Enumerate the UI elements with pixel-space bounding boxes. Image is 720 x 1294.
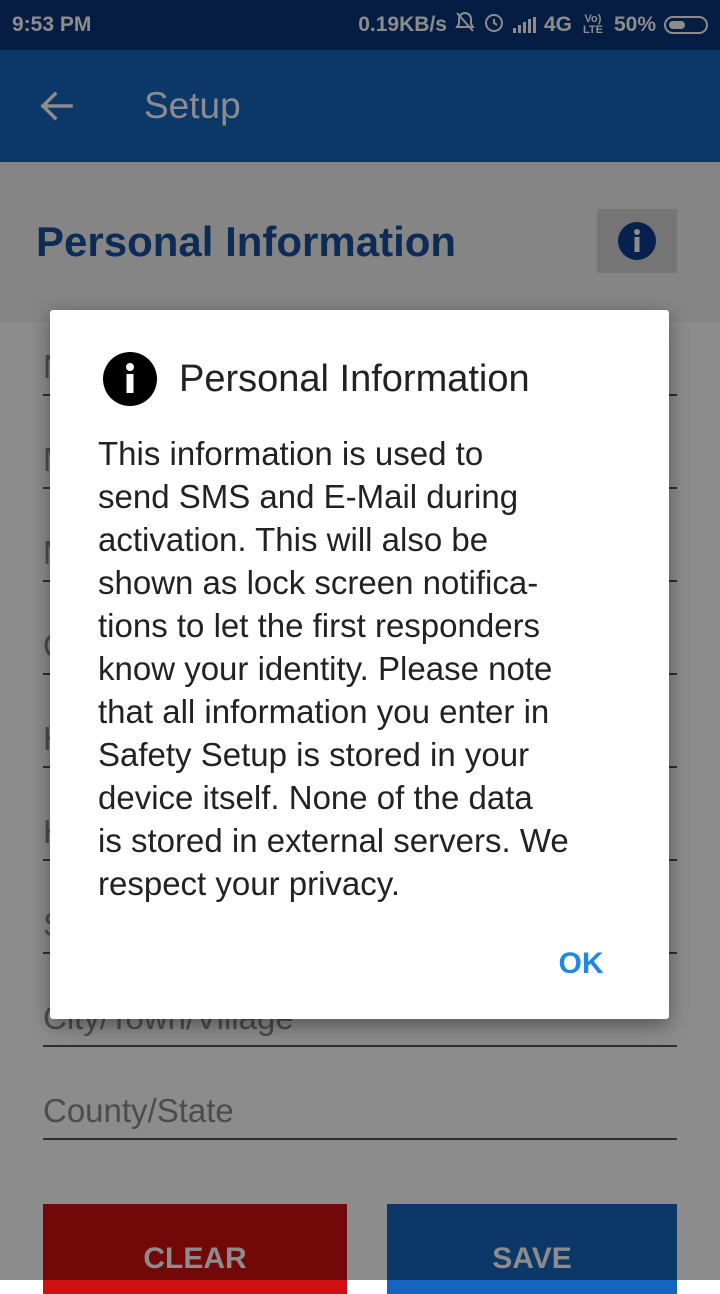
dialog-title: Personal Information (179, 358, 530, 400)
dialog-line: device itself. None of the data (98, 779, 533, 816)
info-dialog: Personal Information This information is… (50, 310, 669, 1019)
dialog-message: This information is used to send SMS and… (98, 432, 638, 905)
dialog-line: respect your privacy. (98, 865, 400, 902)
dialog-line: send SMS and E-Mail during (98, 478, 519, 515)
dialog-line: know your identity. Please note (98, 650, 553, 687)
dialog-line: tions to let the first responders (98, 607, 541, 644)
ok-button[interactable]: OK (540, 942, 622, 986)
dialog-line: This information is used to (98, 435, 484, 472)
dialog-line: Safety Setup is stored in your (98, 736, 530, 773)
dialog-line: is stored in external servers. We (98, 822, 569, 859)
dialog-line: that all information you enter in (98, 693, 550, 730)
dialog-line: activation. This will also be (98, 521, 489, 558)
dialog-line: shown as lock screen notifica- (98, 564, 539, 601)
info-icon (103, 352, 157, 406)
